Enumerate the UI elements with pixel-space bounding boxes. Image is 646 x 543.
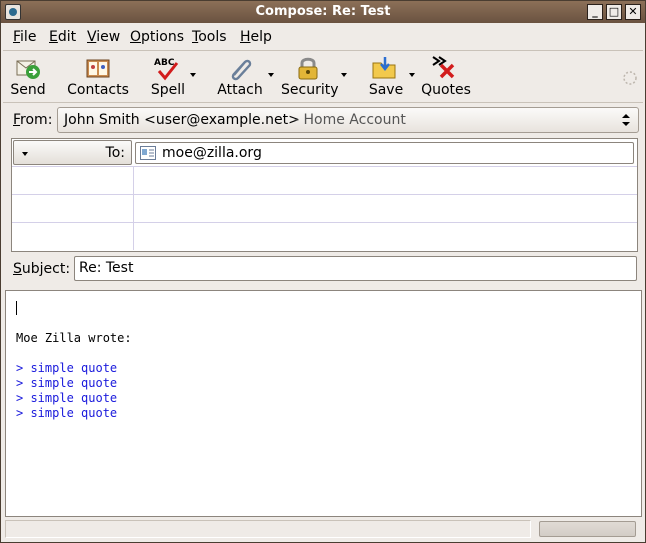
svg-text:ABC: ABC: [154, 58, 175, 68]
address-book-icon: [86, 59, 110, 78]
status-bar: [1, 517, 645, 542]
quoted-line: > simple quote: [16, 361, 118, 375]
window-title: Compose: Re: Test: [255, 4, 391, 19]
contacts-button[interactable]: Contacts: [65, 52, 131, 100]
text-cursor: [16, 301, 17, 315]
recipient-address-input[interactable]: moe@zilla.org: [135, 142, 634, 164]
from-account-name: - Home Account: [294, 112, 406, 128]
empty-recipient-row[interactable]: [12, 223, 637, 251]
save-label: Save: [368, 82, 404, 98]
contact-card-icon: [140, 146, 156, 160]
subject-value: Re: Test: [79, 260, 134, 276]
subject-input[interactable]: Re: Test: [74, 256, 637, 281]
title-bar[interactable]: Compose: Re: Test _ □ ✕: [1, 1, 645, 23]
paperclip-icon: [231, 59, 252, 81]
recipient-type-label: To:: [105, 145, 125, 161]
recipient-type-select[interactable]: To:: [13, 140, 132, 165]
menu-options[interactable]: Options: [130, 29, 184, 45]
save-folder-icon: [372, 57, 396, 79]
message-body-editor[interactable]: Moe Zilla wrote: > simple quote > simple…: [5, 290, 642, 517]
from-identity-select[interactable]: John Smith <user@example.net> - Home Acc…: [57, 107, 639, 133]
spell-dropdown-arrow[interactable]: [190, 73, 196, 77]
recipient-list: To: moe@zilla.org: [11, 138, 638, 252]
spell-label: Spell: [150, 82, 186, 98]
menu-tools[interactable]: Tools: [192, 29, 227, 45]
quoted-line: > simple quote: [16, 406, 118, 420]
empty-recipient-row[interactable]: [12, 195, 637, 223]
empty-recipient-row[interactable]: [12, 167, 637, 195]
reply-attribution: Moe Zilla wrote:: [16, 331, 132, 345]
menu-separator: [3, 50, 643, 51]
select-updown-icon: [622, 114, 630, 126]
menu-view[interactable]: View: [87, 29, 120, 45]
save-button[interactable]: Save: [367, 52, 405, 100]
contacts-label: Contacts: [67, 82, 129, 98]
from-label: From:: [13, 112, 53, 128]
attach-button[interactable]: Attach: [215, 52, 265, 100]
minimize-button[interactable]: _: [587, 4, 603, 20]
activity-throbber-icon: [623, 71, 637, 85]
toolbar-separator: [3, 102, 643, 103]
toolbar: Send Contacts ABC Spell Attach Security …: [1, 52, 645, 102]
chevron-down-icon: [22, 152, 28, 156]
maximize-button[interactable]: □: [606, 4, 622, 20]
recipient-row: To: moe@zilla.org: [12, 139, 637, 167]
send-icon: [16, 60, 40, 79]
attach-label: Attach: [217, 82, 263, 98]
menu-edit[interactable]: Edit: [49, 29, 76, 45]
spell-button[interactable]: ABC Spell: [147, 52, 189, 100]
send-label: Send: [10, 82, 46, 98]
compose-window: Compose: Re: Test _ □ ✕ File Edit View O…: [0, 0, 646, 543]
menu-help[interactable]: Help: [240, 29, 272, 45]
lock-icon: [298, 57, 318, 80]
menu-bar: File Edit View Options Tools Help: [1, 24, 645, 50]
quotes-label: Quotes: [421, 82, 471, 98]
status-text-panel: [5, 520, 531, 538]
save-dropdown-arrow[interactable]: [409, 73, 415, 77]
security-button[interactable]: Security: [281, 52, 339, 100]
send-button[interactable]: Send: [5, 52, 51, 100]
attach-dropdown-arrow[interactable]: [268, 73, 274, 77]
quote-icon: [432, 56, 455, 79]
quoted-line: > simple quote: [16, 376, 118, 390]
security-dropdown-arrow[interactable]: [341, 73, 347, 77]
menu-file[interactable]: File: [13, 29, 36, 45]
from-identity-value: John Smith <user@example.net>: [64, 112, 300, 128]
quoted-line: > simple quote: [16, 391, 118, 405]
subject-label: Subject:: [13, 261, 71, 277]
progress-meter: [539, 521, 636, 537]
spellcheck-icon: ABC: [154, 58, 179, 81]
recipient-address-value: moe@zilla.org: [162, 145, 262, 161]
security-label: Security: [281, 82, 339, 98]
quotes-button[interactable]: Quotes: [421, 52, 471, 100]
close-button[interactable]: ✕: [625, 4, 641, 20]
